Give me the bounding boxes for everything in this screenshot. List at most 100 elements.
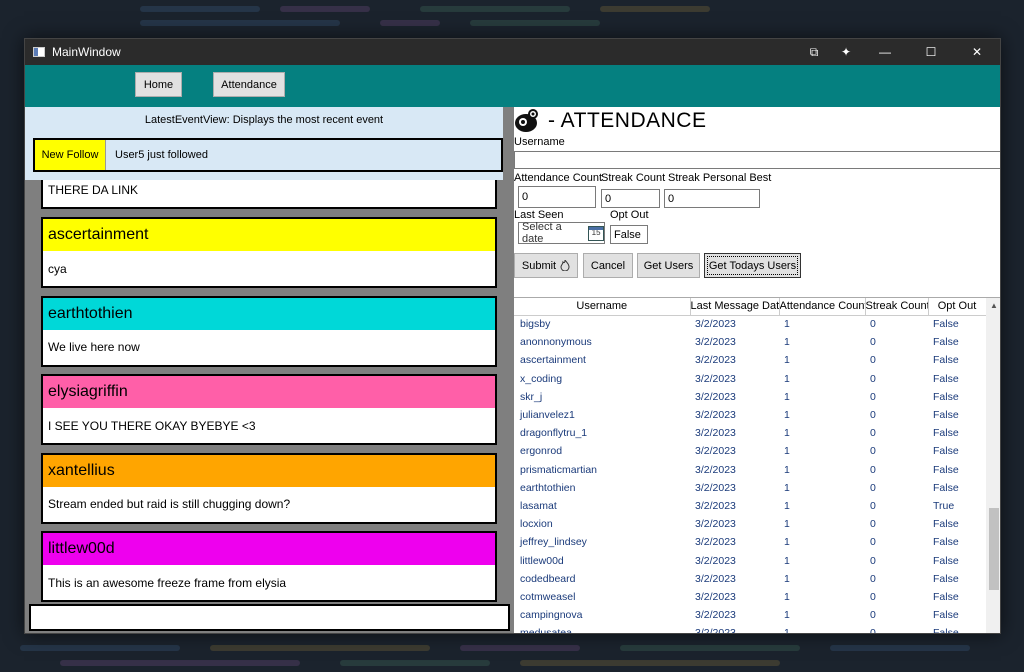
table-cell[interactable]: 0	[865, 388, 928, 406]
table-cell[interactable]: 3/2/2023	[690, 406, 779, 424]
scroll-up-icon[interactable]: ▲	[986, 298, 1000, 314]
table-cell[interactable]: skr_j	[514, 388, 690, 406]
table-cell[interactable]: 0	[865, 461, 928, 479]
table-cell[interactable]: 3/2/2023	[690, 624, 779, 633]
table-row[interactable]: prismaticmartian 3/2/2023 1 0 False	[514, 461, 986, 479]
table-cell[interactable]: campingnova	[514, 606, 690, 624]
table-cell[interactable]: 0	[865, 497, 928, 515]
table-cell[interactable]: False	[928, 570, 986, 588]
table-cell[interactable]: 0	[865, 606, 928, 624]
table-cell[interactable]: False	[928, 515, 986, 533]
home-button[interactable]: Home	[135, 72, 182, 97]
table-cell[interactable]: False	[928, 388, 986, 406]
table-cell[interactable]: littlew00d	[514, 551, 690, 569]
table-row[interactable]: lasamat 3/2/2023 1 0 True	[514, 497, 986, 515]
calendar-icon[interactable]: 15	[588, 225, 604, 241]
attendance-nav-button[interactable]: Attendance	[213, 72, 285, 97]
table-cell[interactable]: earthtothien	[514, 479, 690, 497]
table-row[interactable]: skr_j 3/2/2023 1 0 False	[514, 388, 986, 406]
table-cell[interactable]: False	[928, 351, 986, 369]
table-cell[interactable]: False	[928, 588, 986, 606]
opt-out-input[interactable]: False	[610, 225, 648, 244]
table-cell[interactable]: locxion	[514, 515, 690, 533]
table-cell[interactable]: 0	[865, 588, 928, 606]
table-cell[interactable]: 0	[865, 333, 928, 351]
table-cell[interactable]: medusatea	[514, 624, 690, 633]
table-cell[interactable]: False	[928, 315, 986, 333]
table-cell[interactable]: anonnonymous	[514, 333, 690, 351]
get-users-button[interactable]: Get Users	[637, 253, 700, 278]
table-cell[interactable]: 1	[779, 461, 865, 479]
table-cell[interactable]: 1	[779, 370, 865, 388]
submit-button[interactable]: Submit	[514, 253, 578, 278]
table-row[interactable]: bigsby 3/2/2023 1 0 False	[514, 315, 986, 333]
cast-icon[interactable]: ⧉	[798, 39, 830, 65]
table-cell[interactable]: False	[928, 533, 986, 551]
table-cell[interactable]: 3/2/2023	[690, 333, 779, 351]
get-todays-users-button[interactable]: Get Todays Users	[704, 253, 801, 278]
table-cell[interactable]: 0	[865, 406, 928, 424]
table-cell[interactable]: 0	[865, 351, 928, 369]
table-cell[interactable]: 1	[779, 351, 865, 369]
attendance-count-input[interactable]: 0	[518, 186, 596, 208]
table-row[interactable]: anonnonymous 3/2/2023 1 0 False	[514, 333, 986, 351]
table-cell[interactable]: 3/2/2023	[690, 388, 779, 406]
table-cell[interactable]: bigsby	[514, 315, 690, 333]
table-cell[interactable]: 1	[779, 442, 865, 460]
table-row[interactable]: earthtothien 3/2/2023 1 0 False	[514, 479, 986, 497]
table-cell[interactable]: dragonflytru_1	[514, 424, 690, 442]
table-cell[interactable]: False	[928, 551, 986, 569]
table-cell[interactable]: 1	[779, 315, 865, 333]
table-cell[interactable]: 1	[779, 606, 865, 624]
table-cell[interactable]: 1	[779, 624, 865, 633]
table-cell[interactable]: 0	[865, 479, 928, 497]
table-cell[interactable]: False	[928, 333, 986, 351]
table-cell[interactable]: 1	[779, 515, 865, 533]
table-cell[interactable]: 1	[779, 551, 865, 569]
table-cell[interactable]: 3/2/2023	[690, 588, 779, 606]
table-row[interactable]: julianvelez1 3/2/2023 1 0 False	[514, 406, 986, 424]
table-cell[interactable]: False	[928, 606, 986, 624]
streak-best-input[interactable]: 0	[664, 189, 760, 208]
table-row[interactable]: dragonflytru_1 3/2/2023 1 0 False	[514, 424, 986, 442]
table-cell[interactable]: 3/2/2023	[690, 497, 779, 515]
table-cell[interactable]: 3/2/2023	[690, 370, 779, 388]
table-cell[interactable]: 1	[779, 424, 865, 442]
table-cell[interactable]: ergonrod	[514, 442, 690, 460]
table-row[interactable]: ergonrod 3/2/2023 1 0 False	[514, 442, 986, 460]
cancel-button[interactable]: Cancel	[583, 253, 633, 278]
table-cell[interactable]: 1	[779, 388, 865, 406]
table-cell[interactable]: 1	[779, 570, 865, 588]
username-input[interactable]	[514, 151, 1000, 169]
table-cell[interactable]: 1	[779, 479, 865, 497]
grid-scrollbar[interactable]: ▲	[986, 298, 1000, 633]
chat-input-field[interactable]	[29, 604, 510, 631]
table-cell[interactable]: prismaticmartian	[514, 461, 690, 479]
minimize-button[interactable]: —	[862, 39, 908, 65]
table-cell[interactable]: 3/2/2023	[690, 533, 779, 551]
table-row[interactable]: x_coding 3/2/2023 1 0 False	[514, 370, 986, 388]
grid-column-header[interactable]: Last Message Date	[690, 298, 780, 316]
table-cell[interactable]: False	[928, 406, 986, 424]
table-cell[interactable]: False	[928, 370, 986, 388]
table-cell[interactable]: 0	[865, 570, 928, 588]
table-cell[interactable]: 0	[865, 370, 928, 388]
table-row[interactable]: ascertainment 3/2/2023 1 0 False	[514, 351, 986, 369]
table-row[interactable]: cotmweasel 3/2/2023 1 0 False	[514, 588, 986, 606]
table-cell[interactable]: 3/2/2023	[690, 442, 779, 460]
table-cell[interactable]: 3/2/2023	[690, 606, 779, 624]
table-cell[interactable]: 0	[865, 424, 928, 442]
table-cell[interactable]: 3/2/2023	[690, 461, 779, 479]
table-cell[interactable]: ascertainment	[514, 351, 690, 369]
table-cell[interactable]: codedbeard	[514, 570, 690, 588]
last-seen-datepicker[interactable]: Select a date 15	[518, 221, 605, 245]
table-cell[interactable]: 3/2/2023	[690, 570, 779, 588]
scrollbar-thumb[interactable]	[989, 508, 999, 590]
table-cell[interactable]: lasamat	[514, 497, 690, 515]
table-cell[interactable]: 3/2/2023	[690, 515, 779, 533]
table-row[interactable]: campingnova 3/2/2023 1 0 False	[514, 606, 986, 624]
table-row[interactable]: medusatea 3/2/2023 1 0 False	[514, 624, 986, 633]
table-cell[interactable]: x_coding	[514, 370, 690, 388]
table-cell[interactable]: cotmweasel	[514, 588, 690, 606]
table-cell[interactable]: 3/2/2023	[690, 351, 779, 369]
